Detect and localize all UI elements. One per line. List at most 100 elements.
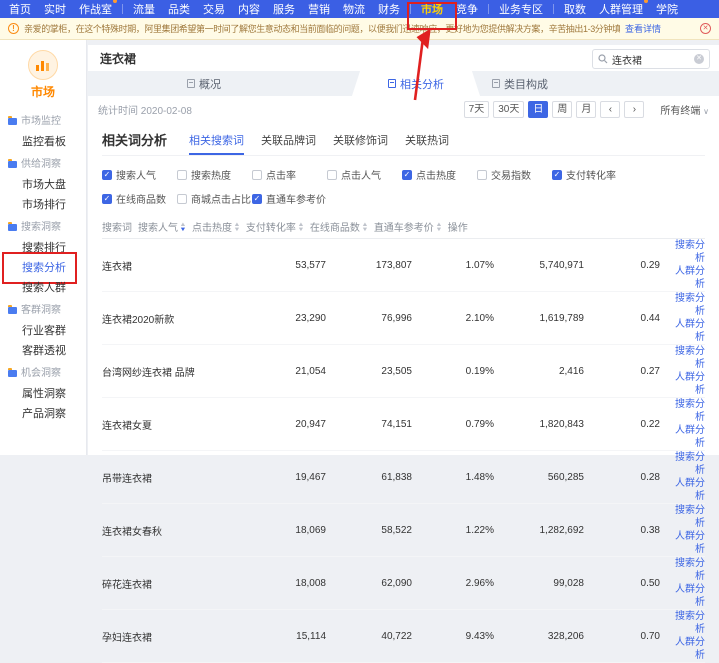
crowd-analysis-link[interactable]: 人群分析 — [666, 583, 705, 609]
column-header[interactable]: 操作▲▼ — [448, 219, 474, 234]
date-range-button[interactable]: ‹ — [600, 101, 620, 118]
nav-item[interactable]: 交易 — [203, 1, 225, 17]
nav-item[interactable]: 业务专区 — [499, 1, 543, 17]
sidebar-item[interactable]: 搜索排行 — [0, 238, 86, 258]
sidebar-item[interactable]: 监控看板 — [0, 132, 86, 152]
sidebar-item[interactable]: 市场排行 — [0, 195, 86, 215]
nav-item[interactable]: 服务 — [273, 1, 295, 17]
crowd-analysis-link[interactable]: 人群分析 — [666, 371, 705, 397]
notice-close-icon[interactable]: ✕ — [700, 23, 711, 34]
nav-item[interactable]: 竞争 — [456, 1, 478, 17]
sidebar-item[interactable]: 机会洞察 — [0, 364, 86, 384]
sort-icon[interactable]: ▲▼ — [180, 223, 186, 233]
sidebar-item[interactable]: 产品洞察 — [0, 404, 86, 424]
date-range-button[interactable]: 7天 — [464, 101, 490, 118]
crowd-analysis-link[interactable]: 人群分析 — [666, 477, 705, 503]
metric-checkbox-item[interactable]: 点击人气 — [327, 167, 402, 182]
date-range-button[interactable]: 月 — [576, 101, 596, 118]
sidebar-item[interactable]: 客群洞察 — [0, 301, 86, 321]
nav-item[interactable] — [122, 4, 123, 14]
crowd-analysis-link[interactable]: 人群分析 — [666, 318, 705, 344]
nav-item[interactable]: 品类 — [168, 1, 190, 17]
terminal-filter-dropdown[interactable]: 所有终端 ∨ — [660, 102, 709, 117]
word-type-tab[interactable]: 关联修饰词 — [333, 132, 388, 155]
metric-checkbox-item[interactable]: 支付转化率 — [552, 167, 627, 182]
sidebar-item[interactable]: 客群透视 — [0, 341, 86, 361]
sort-icon[interactable]: ▲▼ — [436, 223, 442, 233]
sidebar-item[interactable]: 供给洞察 — [0, 155, 86, 175]
sidebar-item[interactable]: 市场大盘 — [0, 175, 86, 195]
sidebar-item[interactable]: 属性洞察 — [0, 384, 86, 404]
nav-item[interactable]: 财务 — [378, 1, 400, 17]
date-range-button[interactable]: 30天 — [493, 101, 524, 118]
checkbox-icon[interactable] — [252, 170, 262, 180]
sidebar-item[interactable]: 市场监控 — [0, 112, 86, 132]
checkbox-icon[interactable] — [102, 194, 112, 204]
checkbox-icon[interactable] — [252, 194, 262, 204]
nav-item[interactable] — [553, 4, 554, 14]
clear-search-icon[interactable]: ✕ — [694, 54, 704, 64]
checkbox-icon[interactable] — [477, 170, 487, 180]
crowd-analysis-link[interactable]: 人群分析 — [666, 530, 705, 556]
crowd-analysis-link[interactable]: 人群分析 — [666, 424, 705, 450]
nav-item[interactable]: 首页 — [9, 1, 31, 17]
metric-checkbox-item[interactable]: 在线商品数 — [102, 191, 177, 206]
metric-checkbox-item[interactable]: 搜索人气 — [102, 167, 177, 182]
nav-item[interactable]: 流量 — [133, 1, 155, 17]
column-header[interactable]: 搜索人气▲▼ — [138, 219, 192, 234]
crowd-analysis-link[interactable]: 人群分析 — [666, 265, 705, 291]
nav-item[interactable]: 实时 — [44, 1, 66, 17]
sort-icon[interactable]: ▲▼ — [362, 223, 368, 233]
sidebar-item[interactable]: 搜索分析 — [0, 258, 86, 278]
nav-item[interactable]: 学院 — [656, 1, 678, 17]
date-range-button[interactable]: 周 — [552, 101, 572, 118]
checkbox-icon[interactable] — [402, 170, 412, 180]
sidebar-item[interactable]: 行业客群 — [0, 321, 86, 341]
nav-item[interactable] — [488, 4, 489, 14]
date-range-button[interactable]: 日 — [528, 101, 548, 118]
page-tab[interactable]: 概况 — [152, 71, 256, 96]
column-header[interactable]: 支付转化率▲▼ — [246, 219, 310, 234]
metric-checkbox-item[interactable]: 直通车参考价 — [252, 191, 327, 206]
page-tab[interactable]: 相关分析 — [364, 71, 468, 96]
notice-detail-link[interactable]: 查看详情 — [625, 22, 661, 35]
checkbox-icon[interactable] — [327, 170, 337, 180]
nav-item[interactable]: 内容 — [238, 1, 260, 17]
checkbox-icon[interactable] — [177, 194, 187, 204]
word-type-tab[interactable]: 相关搜索词 — [189, 132, 244, 155]
word-type-tab[interactable]: 关联品牌词 — [261, 132, 316, 155]
metric-checkbox-item[interactable]: 交易指数 — [477, 167, 552, 182]
checkbox-icon[interactable] — [552, 170, 562, 180]
search-analysis-link[interactable]: 搜索分析 — [666, 345, 705, 371]
keyword-search-box[interactable]: ✕ — [592, 49, 710, 69]
search-analysis-link[interactable]: 搜索分析 — [666, 398, 705, 424]
search-analysis-link[interactable]: 搜索分析 — [666, 239, 705, 265]
sidebar-item[interactable]: 搜索洞察 — [0, 218, 86, 238]
column-header[interactable]: 在线商品数▲▼ — [310, 219, 374, 234]
metric-checkbox-item[interactable]: 搜索热度 — [177, 167, 252, 182]
nav-item[interactable]: 物流 — [343, 1, 365, 17]
nav-item[interactable]: 人群管理 — [599, 1, 643, 17]
nav-item[interactable]: 取数 — [564, 1, 586, 17]
search-analysis-link[interactable]: 搜索分析 — [666, 292, 705, 318]
word-type-tab[interactable]: 关联热词 — [405, 132, 449, 155]
sort-icon[interactable]: ▲▼ — [298, 223, 304, 233]
column-header[interactable]: 搜索词▲▼ — [102, 219, 138, 234]
sidebar-item[interactable]: 搜索人群 — [0, 278, 86, 298]
crowd-analysis-link[interactable]: 人群分析 — [666, 636, 705, 662]
nav-item[interactable]: 营销 — [308, 1, 330, 17]
nav-item[interactable]: 作战室 — [79, 1, 112, 17]
checkbox-icon[interactable] — [177, 170, 187, 180]
sort-icon[interactable]: ▲▼ — [234, 223, 240, 233]
search-input[interactable] — [612, 54, 690, 65]
column-header[interactable]: 点击热度▲▼ — [192, 219, 246, 234]
date-range-button[interactable]: › — [624, 101, 644, 118]
metric-checkbox-item[interactable]: 商城点击占比 — [177, 191, 252, 206]
metric-checkbox-item[interactable]: 点击热度 — [402, 167, 477, 182]
search-analysis-link[interactable]: 搜索分析 — [666, 557, 705, 583]
column-header[interactable]: 直通车参考价▲▼ — [374, 219, 448, 234]
metric-checkbox-item[interactable]: 点击率 — [252, 167, 327, 182]
search-analysis-link[interactable]: 搜索分析 — [666, 504, 705, 530]
checkbox-icon[interactable] — [102, 170, 112, 180]
nav-item[interactable]: 市场 — [421, 1, 443, 17]
